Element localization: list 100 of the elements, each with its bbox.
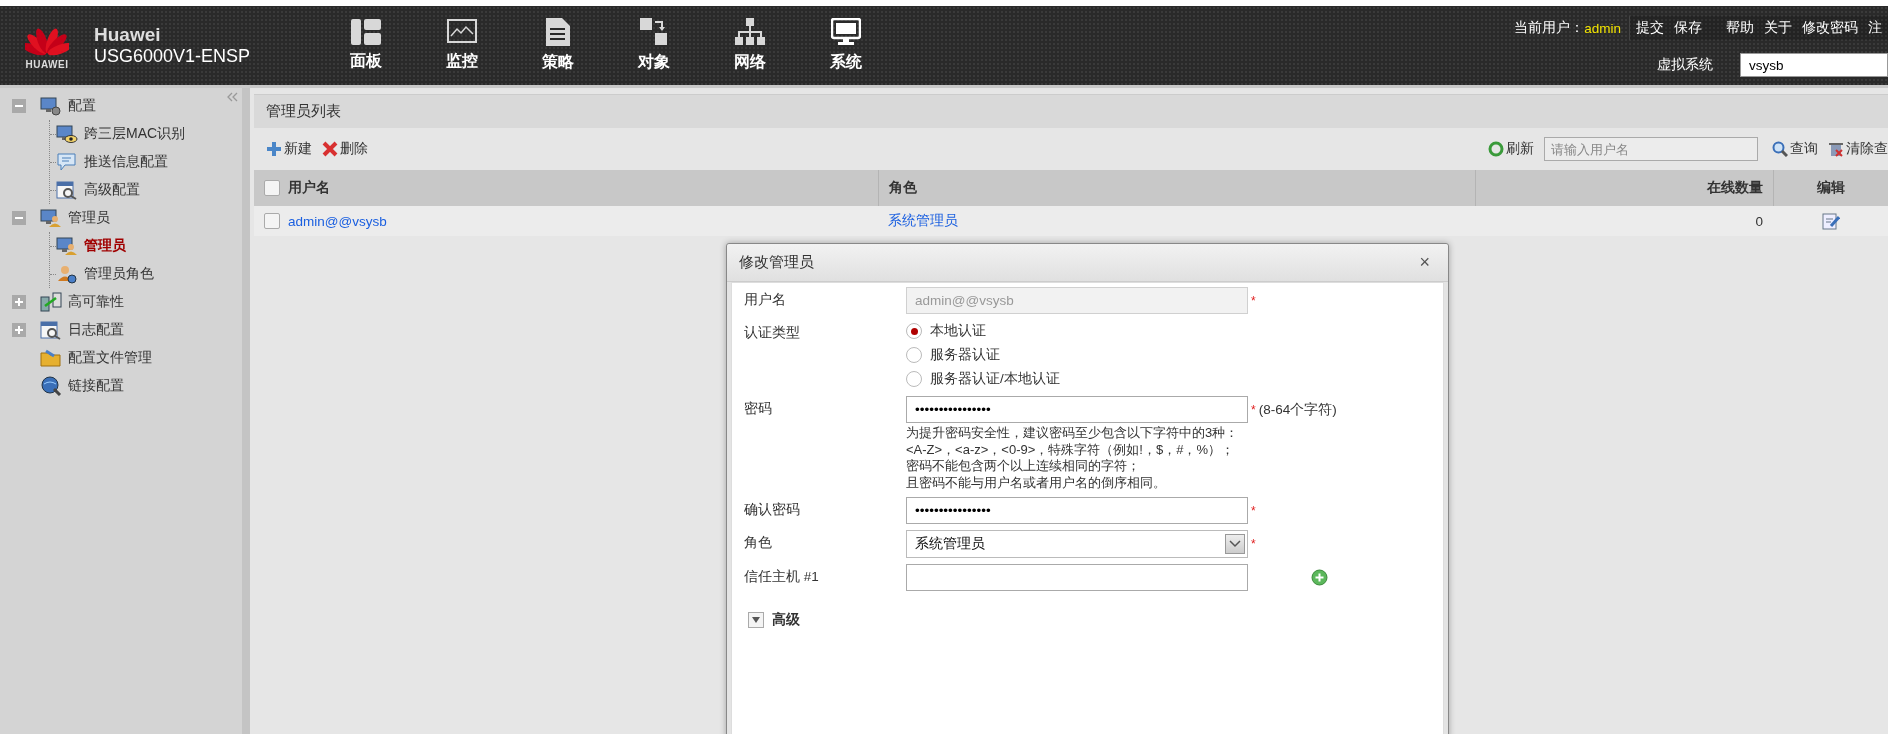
nav-item[interactable]: 网络 [702, 6, 798, 85]
password-rule: 且密码不能与用户名或者用户名的倒序相同。 [906, 474, 1167, 491]
column-header: 用户名 [288, 179, 330, 197]
add-icon[interactable] [1311, 569, 1328, 586]
dashboard-icon [351, 19, 381, 45]
virtual-system-label: 虚拟系统 [1657, 56, 1713, 74]
device-model: USG6000V1-ENSP [94, 46, 252, 67]
advanced-toggle[interactable]: 高级 [748, 611, 1443, 629]
radio-option[interactable]: 本地认证 [906, 320, 1060, 342]
admin-user-icon [40, 208, 62, 228]
network-icon [735, 18, 765, 46]
objects-icon [640, 18, 668, 46]
chevron-down-icon [1229, 540, 1241, 548]
checkbox[interactable] [264, 213, 280, 229]
brand-name: Huawei [94, 24, 162, 46]
required-mark: * [1251, 537, 1256, 551]
logo-text: HUAWEI [25, 59, 69, 70]
query-button[interactable]: 查询 [1772, 140, 1818, 158]
field-label: 用户名 [744, 291, 787, 309]
tree-item[interactable]: 日志配置 [68, 321, 124, 339]
header-link[interactable]: 修改密码 [1802, 19, 1858, 37]
role-select[interactable]: 系统管理员 [906, 530, 1248, 558]
edit-icon[interactable] [1821, 212, 1840, 230]
plus-icon[interactable] [12, 323, 26, 337]
field-label: 密码 [744, 400, 773, 418]
header-link[interactable]: 帮助 [1726, 19, 1754, 37]
monitor-eye-icon [56, 124, 78, 144]
dialog-title: 修改管理员 [739, 253, 814, 272]
role-link[interactable]: 系统管理员 [888, 212, 958, 230]
nav-item[interactable]: 对象 [606, 6, 702, 85]
required-mark: * [1251, 402, 1256, 417]
checkbox[interactable] [264, 180, 280, 196]
required-mark: * [1251, 503, 1256, 518]
computer-icon [831, 18, 861, 46]
chat-icon [56, 152, 78, 172]
tree-item[interactable]: 高级配置 [84, 181, 140, 199]
collapse-icon[interactable] [226, 92, 238, 102]
panel-title: 管理员列表 [254, 94, 1888, 128]
input-field[interactable]: •••••••••••••••• [906, 497, 1248, 524]
password-rule: 为提升密码安全性，建议密码至少包含以下字符中的3种： [906, 425, 1240, 442]
cross-icon [322, 141, 338, 157]
calendar-wrench-icon [40, 320, 62, 340]
current-user-label: 当前用户： [1514, 19, 1585, 37]
field-label: 认证类型 [744, 324, 801, 342]
field-label: 确认密码 [744, 501, 801, 519]
column-header: 编辑 [1817, 179, 1845, 197]
delete-button[interactable]: 删除 [322, 140, 368, 158]
header-link[interactable]: 保存 [1674, 19, 1702, 37]
new-button[interactable]: 新建 [266, 140, 312, 158]
radio-option[interactable]: 服务器认证 [906, 344, 1060, 366]
tree-item[interactable]: 高可靠性 [68, 293, 124, 311]
chart-monitor-icon [447, 19, 477, 45]
nav-item[interactable]: 面板 [318, 6, 414, 85]
refresh-button[interactable]: 刷新 [1488, 140, 1534, 158]
trash-icon [1828, 141, 1844, 157]
tree-item[interactable]: 配置文件管理 [68, 349, 152, 367]
document-icon [546, 18, 570, 46]
nav-item[interactable]: 监控 [414, 6, 510, 85]
header-link[interactable]: 关于 [1764, 19, 1792, 37]
column-header: 角色 [889, 179, 917, 197]
user-gear-icon [56, 264, 78, 284]
search-field[interactable]: 请输入用户名 [1544, 137, 1758, 161]
tree-item[interactable]: 链接配置 [68, 377, 124, 395]
transfer-icon [40, 292, 62, 312]
admin-user-icon [56, 236, 78, 256]
current-user: admin [1584, 20, 1621, 36]
tree-item[interactable]: 配置 [68, 97, 96, 115]
input-field[interactable] [906, 564, 1248, 591]
clear-button[interactable]: 清除查 [1828, 140, 1888, 158]
header-link[interactable]: 提交 [1636, 19, 1664, 37]
password-rule: 密码不能包含两个以上连续相同的字符； [906, 458, 1141, 475]
required-mark: * [1251, 293, 1256, 308]
column-header: 在线数量 [1707, 179, 1763, 197]
tree-item[interactable]: 跨三层MAC识别 [84, 125, 186, 143]
search-icon [1772, 141, 1788, 157]
field-label: 信任主机 #1 [744, 568, 820, 586]
refresh-icon [1488, 141, 1504, 157]
table-cell: 0 [1755, 213, 1763, 229]
folder-icon [40, 348, 62, 368]
plus-icon [266, 141, 282, 157]
field-hint: (8-64个字符) [1258, 400, 1337, 419]
nav-item[interactable]: 策略 [510, 6, 606, 85]
tree-item[interactable]: 管理员角色 [84, 265, 154, 283]
tree-item[interactable]: 管理员 [84, 237, 126, 255]
caret-icon [751, 616, 761, 624]
tree-item[interactable]: 推送信息配置 [84, 153, 168, 171]
nav-item[interactable]: 系统 [798, 6, 894, 85]
calendar-wrench-icon [56, 180, 78, 200]
virtual-system-select[interactable]: vsysb [1740, 53, 1888, 77]
plus-icon[interactable] [12, 295, 26, 309]
radio-option[interactable]: 服务器认证/本地认证 [906, 368, 1060, 390]
header-link[interactable]: 注 [1868, 19, 1882, 37]
username-link[interactable]: admin@@vsysb [288, 213, 387, 229]
globe-icon [40, 376, 62, 396]
monitor-gear-icon [40, 96, 62, 116]
input-field[interactable]: •••••••••••••••• [906, 396, 1248, 423]
tree-item[interactable]: 管理员 [68, 209, 110, 227]
password-rule: <A-Z>，<a-z>，<0-9>，特殊字符（例如!，$，#，%）； [906, 441, 1235, 458]
field-label: 角色 [744, 534, 773, 552]
close-button[interactable]: × [1413, 252, 1436, 273]
